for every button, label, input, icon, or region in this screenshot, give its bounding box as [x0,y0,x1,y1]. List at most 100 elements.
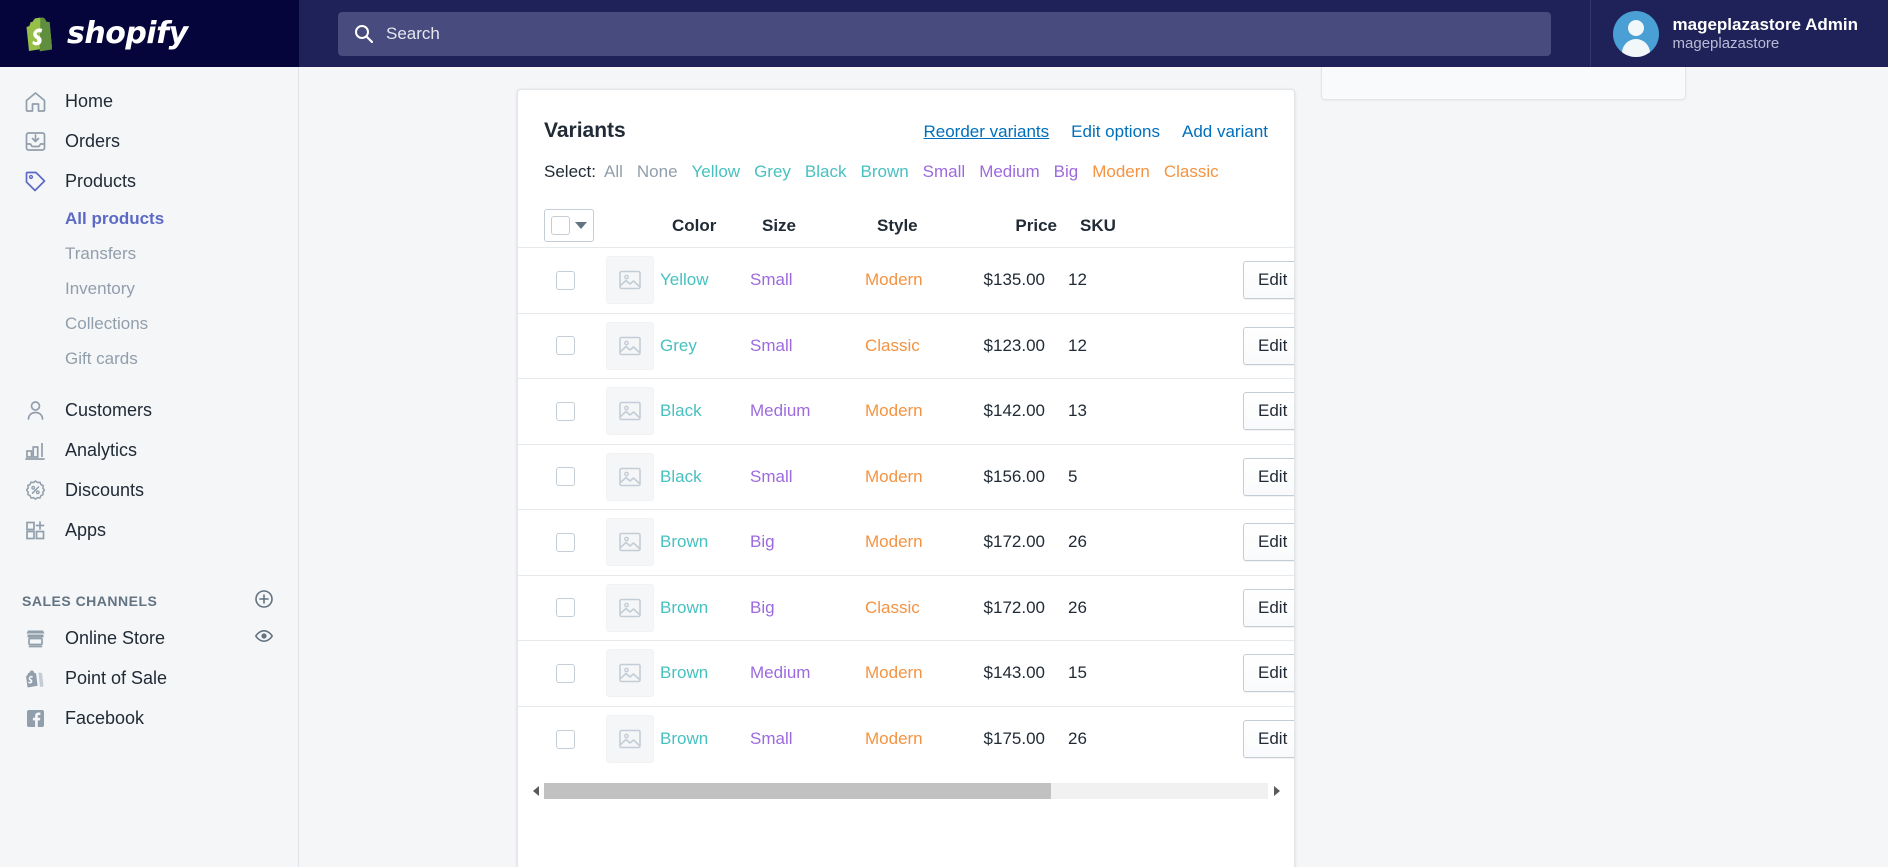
scroll-left-arrow-icon[interactable] [528,786,544,796]
scrollbar-track[interactable] [544,783,1268,799]
sidebar-item-facebook[interactable]: Facebook [0,698,298,738]
cell-size: Medium [750,663,865,683]
cell-price: $175.00 [965,729,1045,749]
table-row[interactable]: Brown Big Modern $172.00 26 Edit [518,510,1294,576]
user-menu[interactable]: mageplazastore Admin mageplazastore [1590,0,1888,67]
customer-person-icon [22,397,49,424]
cell-sku: 12 [1045,336,1165,356]
cell-sku: 15 [1045,663,1165,683]
sidebar-item-point-of-sale[interactable]: Point of Sale [0,658,298,698]
row-checkbox[interactable] [556,598,575,617]
top-bar: shopify Search mageplazastore Admin mage… [0,0,1888,67]
scroll-right-arrow-icon[interactable] [1268,786,1284,796]
row-checkbox[interactable] [556,730,575,749]
sidebar-item-all-products[interactable]: All products [0,201,298,236]
horizontal-scrollbar[interactable] [528,780,1284,802]
variant-thumbnail [606,518,660,566]
sidebar-item-discounts[interactable]: Discounts [0,470,298,510]
select-all-checkbox[interactable] [551,216,570,235]
select-chip-brown[interactable]: Brown [860,162,908,181]
table-row[interactable]: Grey Small Classic $123.00 12 Edit [518,314,1294,380]
table-row[interactable]: Black Medium Modern $142.00 13 Edit [518,379,1294,445]
table-row[interactable]: Brown Big Classic $172.00 26 Edit [518,576,1294,642]
select-chip-classic[interactable]: Classic [1164,162,1219,181]
table-row[interactable]: Brown Medium Modern $143.00 15 Edit [518,641,1294,707]
table-row[interactable]: Black Small Modern $156.00 5 Edit [518,445,1294,511]
row-checkbox[interactable] [556,336,575,355]
edit-variant-button[interactable]: Edit [1243,720,1295,758]
sidebar-item-home[interactable]: Home [0,81,298,121]
edit-variant-button[interactable]: Edit [1243,523,1295,561]
sidebar-item-label: Orders [65,131,120,152]
page-title: Variants [544,119,626,143]
cell-size: Small [750,467,865,487]
row-checkbox[interactable] [556,271,575,290]
select-chip-big[interactable]: Big [1054,162,1079,181]
cell-style: Modern [865,532,965,552]
sidebar-item-transfers[interactable]: Transfers [0,236,298,271]
discount-percent-icon [22,477,49,504]
cell-color: Brown [660,729,750,749]
row-checkbox[interactable] [556,467,575,486]
brand-logo[interactable]: shopify [0,0,299,67]
select-chip-yellow[interactable]: Yellow [692,162,741,181]
search-placeholder: Search [386,24,440,44]
cell-size: Medium [750,401,865,421]
select-chip-all[interactable]: All [604,162,623,181]
sidebar-item-orders[interactable]: Orders [0,121,298,161]
edit-variant-button[interactable]: Edit [1243,589,1295,627]
select-chip-small[interactable]: Small [923,162,966,181]
select-label: Select: [544,162,596,181]
sidebar-subitem-label: Collections [65,314,148,334]
cell-sku: 26 [1045,729,1165,749]
sales-channels-title: SALES CHANNELS [22,593,157,609]
row-checkbox[interactable] [556,533,575,552]
sidebar-item-label: Analytics [65,440,137,461]
edit-variant-button[interactable]: Edit [1243,458,1295,496]
table-row[interactable]: Yellow Small Modern $135.00 12 Edit [518,248,1294,314]
search-icon [354,24,373,43]
edit-variant-button[interactable]: Edit [1243,261,1295,299]
partial-card-above [1321,67,1686,100]
plus-circle-icon[interactable] [254,589,274,614]
edit-options-link[interactable]: Edit options [1071,122,1160,142]
sidebar-item-label: Facebook [65,708,144,729]
sidebar-item-inventory[interactable]: Inventory [0,271,298,306]
sidebar-item-gift-cards[interactable]: Gift cards [0,341,298,376]
row-checkbox[interactable] [556,664,575,683]
variants-card-header: Variants Reorder variants Edit options A… [518,90,1294,143]
variants-table-header: Color Size Style Price SKU [518,204,1294,248]
column-header-color: Color [672,216,762,236]
chevron-down-icon[interactable] [575,222,587,229]
select-chip-none[interactable]: None [637,162,678,181]
sidebar-item-online-store[interactable]: Online Store [0,618,298,658]
select-chip-medium[interactable]: Medium [979,162,1039,181]
select-chip-black[interactable]: Black [805,162,847,181]
select-chip-modern[interactable]: Modern [1092,162,1150,181]
sidebar-subitem-label: All products [65,209,164,229]
sidebar-item-collections[interactable]: Collections [0,306,298,341]
sidebar-subitem-label: Inventory [65,279,135,299]
sidebar-item-label: Online Store [65,628,165,649]
storefront-icon [22,625,49,652]
select-chip-grey[interactable]: Grey [754,162,791,181]
sidebar-item-analytics[interactable]: Analytics [0,430,298,470]
row-checkbox[interactable] [556,402,575,421]
select-all-checkbox-dropdown[interactable] [544,209,594,242]
scrollbar-thumb[interactable] [544,783,1051,799]
image-placeholder-icon [606,584,654,632]
search-input[interactable]: Search [338,12,1551,56]
reorder-variants-link[interactable]: Reorder variants [923,122,1049,142]
sidebar-item-customers[interactable]: Customers [0,390,298,430]
variant-thumbnail [606,649,660,697]
sidebar-item-apps[interactable]: Apps [0,510,298,550]
add-variant-link[interactable]: Add variant [1182,122,1268,142]
table-row[interactable]: Brown Small Modern $175.00 26 Edit [518,707,1294,773]
eye-icon[interactable] [254,626,274,651]
cell-price: $172.00 [965,532,1045,552]
column-header-style: Style [877,216,977,236]
edit-variant-button[interactable]: Edit [1243,654,1295,692]
edit-variant-button[interactable]: Edit [1243,392,1295,430]
edit-variant-button[interactable]: Edit [1243,327,1295,365]
sidebar-item-products[interactable]: Products [0,161,298,201]
